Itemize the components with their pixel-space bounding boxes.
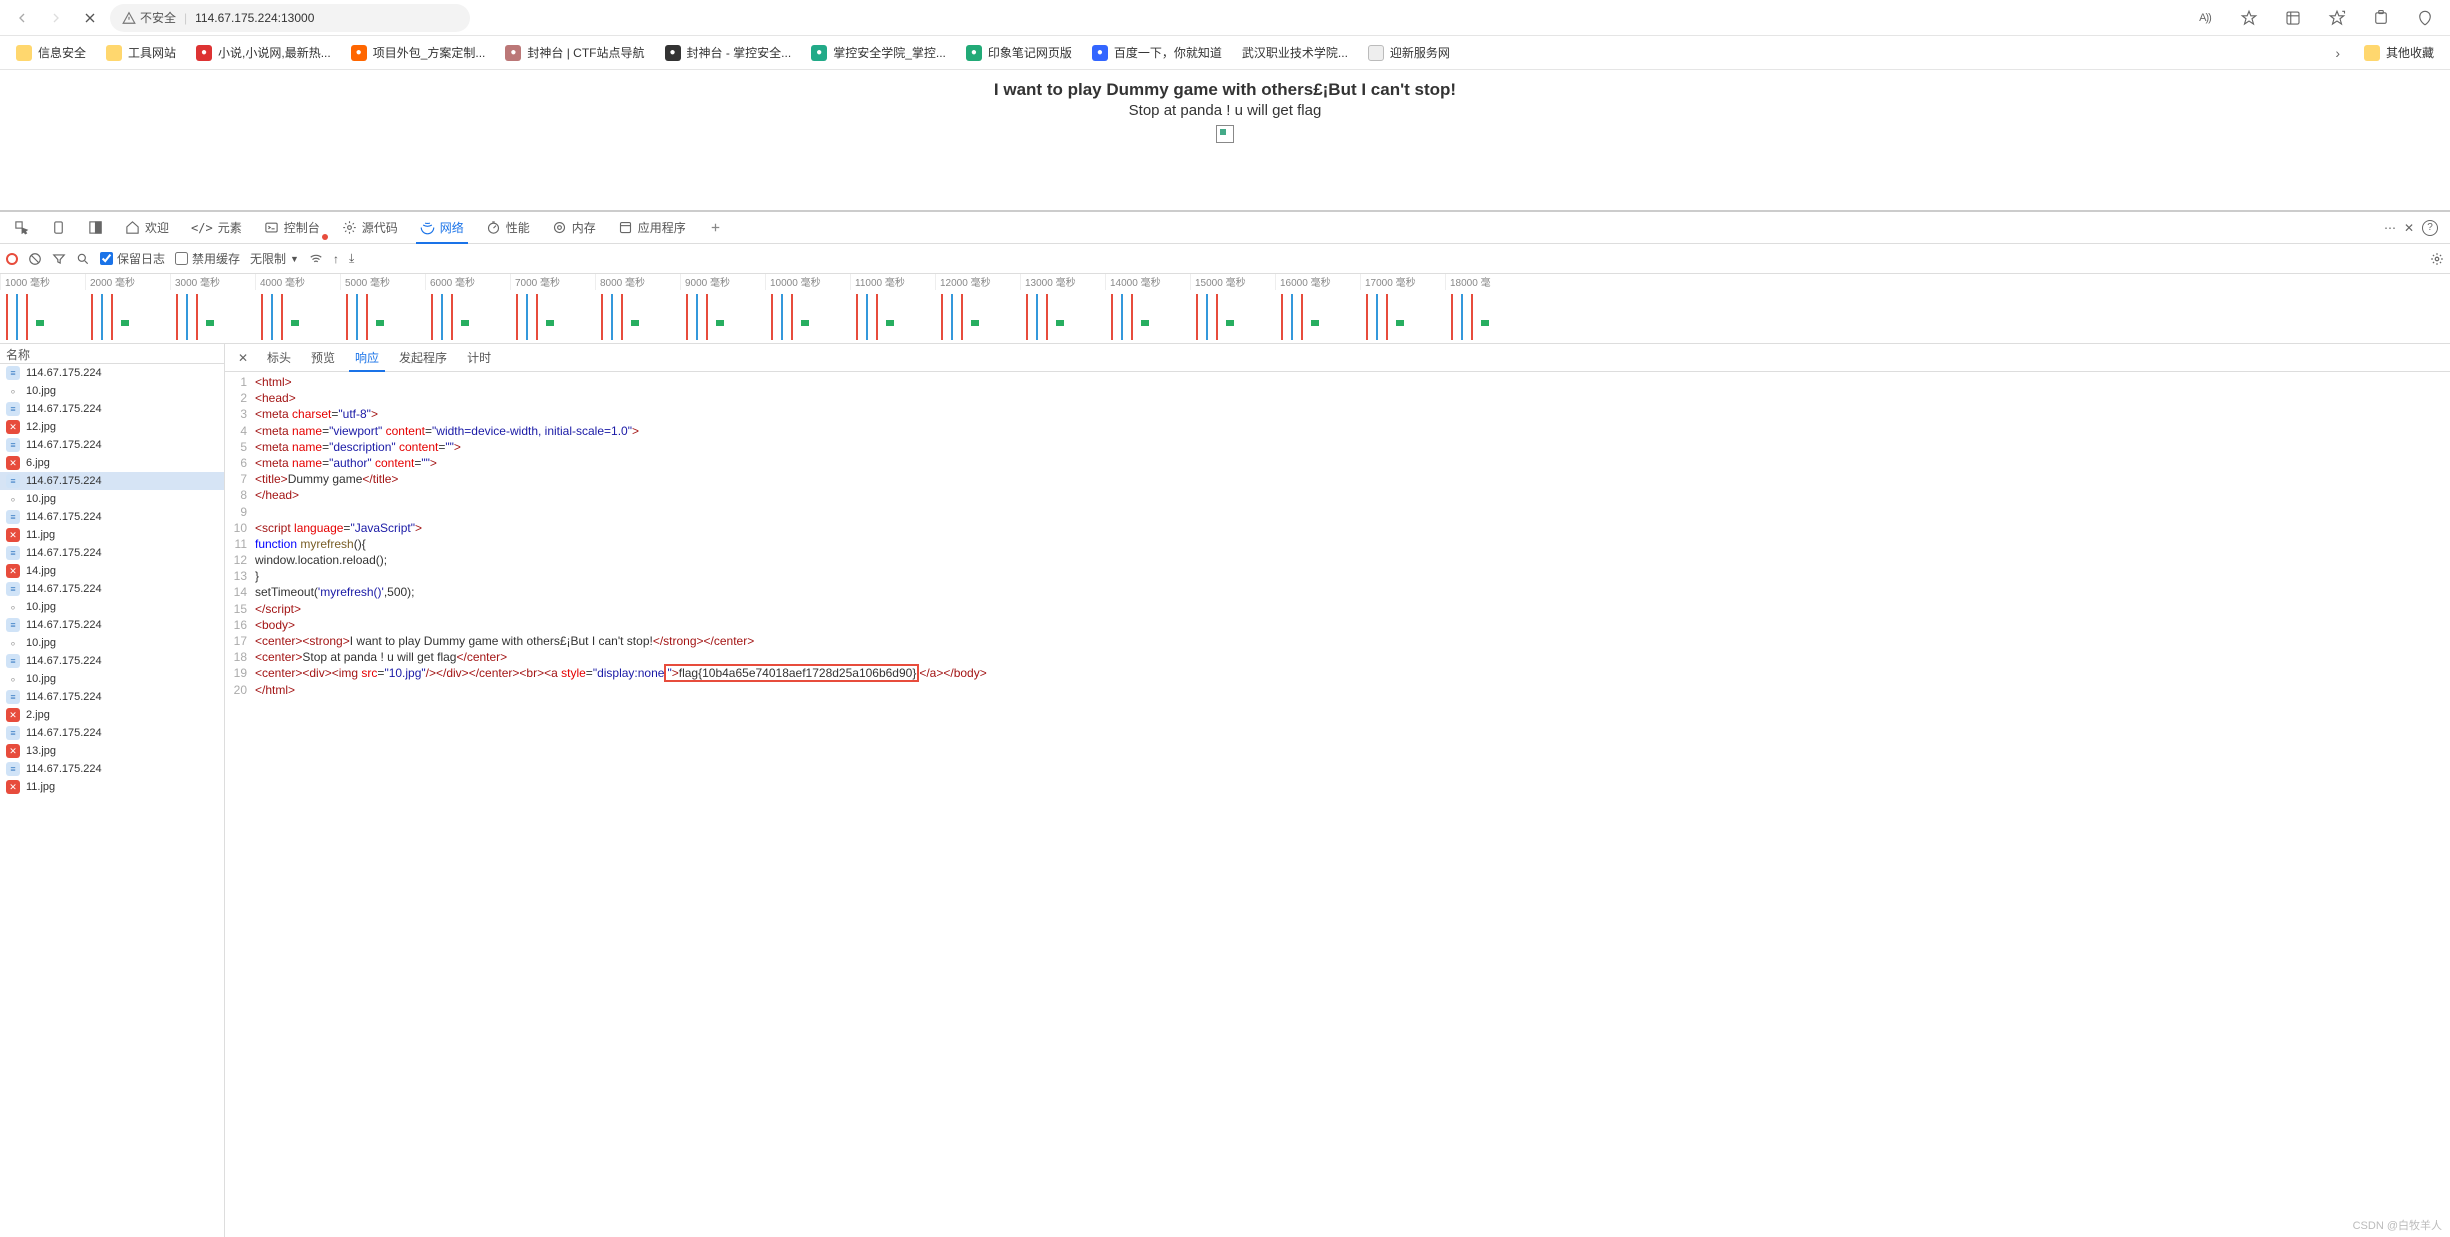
- tab-sources[interactable]: 源代码: [332, 212, 408, 244]
- page-content: I want to play Dummy game with others£¡B…: [0, 70, 2450, 210]
- request-row[interactable]: ✕11.jpg: [0, 778, 224, 796]
- tab-performance[interactable]: 性能: [476, 212, 540, 244]
- insecure-badge: 不安全: [122, 9, 176, 26]
- bookmark-item[interactable]: ●小说,小说网,最新热...: [188, 40, 339, 66]
- bookmark-item[interactable]: ●项目外包_方案定制...: [343, 40, 494, 66]
- request-row[interactable]: ✕11.jpg: [0, 526, 224, 544]
- request-row[interactable]: ∘10.jpg: [0, 670, 224, 688]
- network-timeline[interactable]: 1000 毫秒2000 毫秒3000 毫秒4000 毫秒5000 毫秒6000 …: [0, 274, 2450, 344]
- performance-icon[interactable]: [2408, 4, 2442, 32]
- url-text: 114.67.175.224:13000: [195, 11, 314, 25]
- request-row[interactable]: ∘10.jpg: [0, 490, 224, 508]
- request-detail: ✕ 标头 预览 响应 发起程序 计时 1<html>2<head>3<meta …: [225, 344, 2450, 1237]
- network-toolbar: 保留日志 禁用缓存 无限制 ▼ ↑ ⤓: [0, 244, 2450, 274]
- close-devtools-icon[interactable]: ✕: [2404, 221, 2414, 235]
- request-row[interactable]: ✕2.jpg: [0, 706, 224, 724]
- detail-tab-preview[interactable]: 预览: [301, 344, 345, 372]
- favorites-hub-icon[interactable]: [2320, 4, 2354, 32]
- settings-icon[interactable]: [2430, 252, 2444, 266]
- device-button[interactable]: [41, 212, 76, 244]
- request-row[interactable]: ≡114.67.175.224: [0, 364, 224, 382]
- preserve-log-checkbox[interactable]: 保留日志: [100, 250, 165, 267]
- bookmark-item[interactable]: ●百度一下，你就知道: [1084, 40, 1230, 66]
- request-row[interactable]: ≡114.67.175.224: [0, 472, 224, 490]
- dock-button[interactable]: [78, 212, 113, 244]
- detail-tab-response[interactable]: 响应: [345, 344, 389, 372]
- request-list: 名称 ≡114.67.175.224∘10.jpg≡114.67.175.224…: [0, 344, 225, 1237]
- request-row[interactable]: ✕6.jpg: [0, 454, 224, 472]
- wifi-icon[interactable]: [309, 252, 323, 266]
- inspect-button[interactable]: [4, 212, 39, 244]
- stop-button[interactable]: [76, 4, 104, 32]
- browser-navbar: 不安全 | 114.67.175.224:13000 A)): [0, 0, 2450, 36]
- bookmark-item[interactable]: 信息安全: [8, 40, 94, 66]
- bookmark-item[interactable]: 工具网站: [98, 40, 184, 66]
- request-row[interactable]: ≡114.67.175.224: [0, 400, 224, 418]
- detail-tab-timing[interactable]: 计时: [457, 344, 501, 372]
- response-body[interactable]: 1<html>2<head>3<meta charset="utf-8">4<m…: [225, 372, 2450, 1237]
- tab-application[interactable]: 应用程序: [608, 212, 696, 244]
- watermark: CSDN @白牧羊人: [2353, 1217, 2442, 1233]
- upload-icon[interactable]: ↑: [333, 252, 339, 266]
- favorite-icon[interactable]: [2232, 4, 2266, 32]
- devtools-tabs: 欢迎 </>元素 控制台 源代码 网络 性能 内存 应用程序 ⋯ ✕ ?: [0, 212, 2450, 244]
- collections-icon[interactable]: [2276, 4, 2310, 32]
- more-icon[interactable]: ⋯: [2384, 221, 2396, 235]
- request-row[interactable]: ≡114.67.175.224: [0, 652, 224, 670]
- bookmark-item[interactable]: ●封神台 | CTF站点导航: [497, 40, 652, 66]
- request-row[interactable]: ✕12.jpg: [0, 418, 224, 436]
- search-button[interactable]: [76, 252, 90, 266]
- bookmarks-overflow[interactable]: ›: [2327, 40, 2348, 66]
- record-button[interactable]: [6, 253, 18, 265]
- request-row[interactable]: ✕13.jpg: [0, 742, 224, 760]
- read-aloud-icon[interactable]: A)): [2188, 4, 2222, 32]
- tab-welcome[interactable]: 欢迎: [115, 212, 179, 244]
- devtools-panel: 欢迎 </>元素 控制台 源代码 网络 性能 内存 应用程序 ⋯ ✕ ? 保留日…: [0, 210, 2450, 1237]
- request-row[interactable]: ≡114.67.175.224: [0, 688, 224, 706]
- request-row[interactable]: ∘10.jpg: [0, 382, 224, 400]
- bookmark-item[interactable]: 武汉职业技术学院...: [1234, 40, 1356, 66]
- tab-add[interactable]: [698, 212, 733, 244]
- bookmark-item[interactable]: ●掌控安全学院_掌控...: [803, 40, 954, 66]
- extensions-icon[interactable]: [2364, 4, 2398, 32]
- clear-button[interactable]: [28, 252, 42, 266]
- filter-button[interactable]: [52, 252, 66, 266]
- download-icon[interactable]: ⤓: [349, 251, 354, 266]
- bookmark-item[interactable]: 其他收藏: [2356, 40, 2442, 66]
- help-icon[interactable]: ?: [2422, 220, 2438, 236]
- throttle-dropdown[interactable]: 无限制 ▼: [250, 250, 299, 267]
- request-row[interactable]: ≡114.67.175.224: [0, 616, 224, 634]
- request-row[interactable]: ≡114.67.175.224: [0, 544, 224, 562]
- bookmarks-bar: 信息安全工具网站●小说,小说网,最新热...●项目外包_方案定制...●封神台 …: [0, 36, 2450, 70]
- tab-network[interactable]: 网络: [410, 212, 474, 244]
- disable-cache-checkbox[interactable]: 禁用缓存: [175, 250, 240, 267]
- back-button[interactable]: [8, 4, 36, 32]
- request-row[interactable]: ≡114.67.175.224: [0, 508, 224, 526]
- address-bar[interactable]: 不安全 | 114.67.175.224:13000: [110, 4, 470, 32]
- request-row[interactable]: ≡114.67.175.224: [0, 724, 224, 742]
- forward-button[interactable]: [42, 4, 70, 32]
- detail-tab-initiator[interactable]: 发起程序: [389, 344, 457, 372]
- detail-tab-headers[interactable]: 标头: [257, 344, 301, 372]
- tab-console[interactable]: 控制台: [254, 212, 330, 244]
- tab-elements[interactable]: </>元素: [181, 212, 252, 244]
- bookmark-item[interactable]: ●印象笔记网页版: [958, 40, 1080, 66]
- request-row[interactable]: ≡114.67.175.224: [0, 436, 224, 454]
- bookmark-item[interactable]: 迎新服务网: [1360, 40, 1458, 66]
- bookmark-item[interactable]: ●封神台 - 掌控安全...: [657, 40, 800, 66]
- names-header: 名称: [0, 344, 224, 364]
- request-row[interactable]: ∘10.jpg: [0, 634, 224, 652]
- broken-image-icon: [1216, 125, 1234, 143]
- request-row[interactable]: ≡114.67.175.224: [0, 580, 224, 598]
- close-detail-icon[interactable]: ✕: [229, 351, 257, 365]
- tab-memory[interactable]: 内存: [542, 212, 606, 244]
- page-title: I want to play Dummy game with others£¡B…: [994, 80, 1456, 100]
- request-row[interactable]: ≡114.67.175.224: [0, 760, 224, 778]
- request-row[interactable]: ✕14.jpg: [0, 562, 224, 580]
- page-subtitle: Stop at panda ! u will get flag: [1129, 102, 1322, 119]
- request-row[interactable]: ∘10.jpg: [0, 598, 224, 616]
